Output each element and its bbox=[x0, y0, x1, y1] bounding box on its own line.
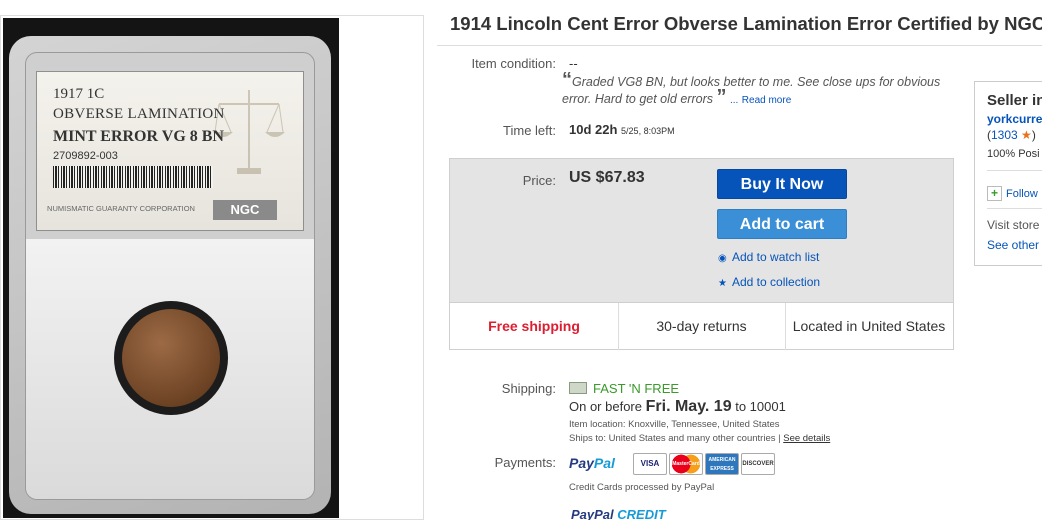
feedback-star-icon: ★ bbox=[1021, 128, 1032, 142]
seller-positive-feedback: 100% Posi bbox=[987, 148, 1040, 160]
visit-store-link[interactable]: Visit store bbox=[987, 218, 1039, 232]
time-left-label: Time left: bbox=[503, 123, 556, 138]
barcode bbox=[53, 166, 213, 188]
seller-info-box: Seller in yorkcurre (1303 ★) 100% Posi +… bbox=[974, 81, 1042, 266]
label-corporation: NUMISMATIC GUARANTY CORPORATION bbox=[47, 204, 195, 213]
fast-n-free: FAST 'N FREE bbox=[569, 381, 679, 396]
delivery-estimate: On or before Fri. May. 19 to 10001 bbox=[569, 398, 786, 415]
returns-badge: 30-day returns bbox=[656, 318, 747, 334]
item-photo[interactable]: 1917 1C OBVERSE LAMINATION MINT ERROR VG… bbox=[3, 18, 339, 518]
price-label: Price: bbox=[522, 173, 556, 188]
amex-card-icon: AMERICAN EXPRESS bbox=[705, 453, 739, 475]
label-grade: MINT ERROR VG 8 BN bbox=[53, 128, 224, 145]
eye-icon: ◉ bbox=[718, 253, 727, 264]
label-cert-number: 2709892-003 bbox=[53, 150, 118, 162]
time-left-value: 10d 22h bbox=[569, 122, 618, 137]
shipping-label: Shipping: bbox=[501, 381, 556, 396]
payment-note: Credit Cards processed by PayPal bbox=[569, 482, 715, 493]
buy-it-now-button[interactable]: Buy It Now bbox=[717, 169, 847, 199]
listing-title: 1914 Lincoln Cent Error Obverse Laminati… bbox=[450, 13, 1042, 34]
time-left: 10d 22h 5/25, 8:03PM bbox=[569, 122, 675, 137]
star-icon: ★ bbox=[718, 278, 727, 289]
divider bbox=[437, 45, 1042, 46]
mastercard-icon: MasterCard bbox=[669, 453, 703, 475]
read-more-link[interactable]: Read more bbox=[742, 95, 791, 106]
see-details-link[interactable]: See details bbox=[783, 433, 830, 444]
seller-name-link[interactable]: yorkcurre bbox=[987, 112, 1042, 126]
coin-slab: 1917 1C OBVERSE LAMINATION MINT ERROR VG… bbox=[9, 36, 331, 514]
quote-ellipsis: ... bbox=[729, 95, 739, 106]
slab-label: 1917 1C OBVERSE LAMINATION MINT ERROR VG… bbox=[36, 71, 304, 231]
quote-open: “ bbox=[562, 69, 572, 91]
truck-icon bbox=[569, 382, 587, 394]
see-other-items-link[interactable]: See other bbox=[987, 238, 1039, 252]
delivery-date: Fri. May. 19 bbox=[645, 398, 732, 415]
ngc-logo: NGC bbox=[213, 200, 277, 220]
location-badge: Located in United States bbox=[792, 318, 946, 334]
visa-card-icon: VISA bbox=[633, 453, 667, 475]
plus-icon: + bbox=[987, 186, 1002, 201]
seller-heading: Seller in bbox=[987, 92, 1042, 109]
time-left-date: 5/25, 8:03PM bbox=[621, 126, 675, 136]
add-to-watch-list-link[interactable]: ◉ Add to watch list bbox=[718, 250, 819, 264]
shipping-returns-strip: Free shipping 30-day returns Located in … bbox=[450, 302, 953, 350]
feedback-score-link[interactable]: 1303 bbox=[991, 128, 1018, 142]
add-to-cart-button[interactable]: Add to cart bbox=[717, 209, 847, 239]
price-value: US $67.83 bbox=[569, 169, 645, 186]
quote-close: ” bbox=[716, 86, 727, 108]
coin bbox=[122, 309, 220, 407]
seller-description-quote: “Graded VG8 BN, but looks better to me. … bbox=[562, 70, 966, 109]
payments-label: Payments: bbox=[494, 455, 556, 470]
free-shipping-badge: Free shipping bbox=[488, 318, 580, 334]
item-location: Item location: Knoxville, Tennessee, Uni… bbox=[569, 419, 780, 430]
ships-to: Ships to: United States and many other c… bbox=[569, 433, 831, 444]
item-image-panel[interactable]: 1917 1C OBVERSE LAMINATION MINT ERROR VG… bbox=[0, 15, 424, 520]
paypal-logo: PayPal bbox=[569, 455, 615, 471]
label-year: 1917 1C bbox=[53, 86, 105, 102]
label-variety: OBVERSE LAMINATION bbox=[53, 106, 225, 122]
condition-label: Item condition: bbox=[471, 56, 556, 71]
discover-card-icon: DISCOVER bbox=[741, 453, 775, 475]
seller-feedback: (1303 ★) bbox=[987, 128, 1036, 142]
add-to-collection-link[interactable]: ★ Add to collection bbox=[718, 275, 820, 289]
paypal-credit-logo: PayPal CREDIT bbox=[571, 507, 666, 520]
follow-seller-button[interactable]: + Follow bbox=[987, 186, 1038, 201]
